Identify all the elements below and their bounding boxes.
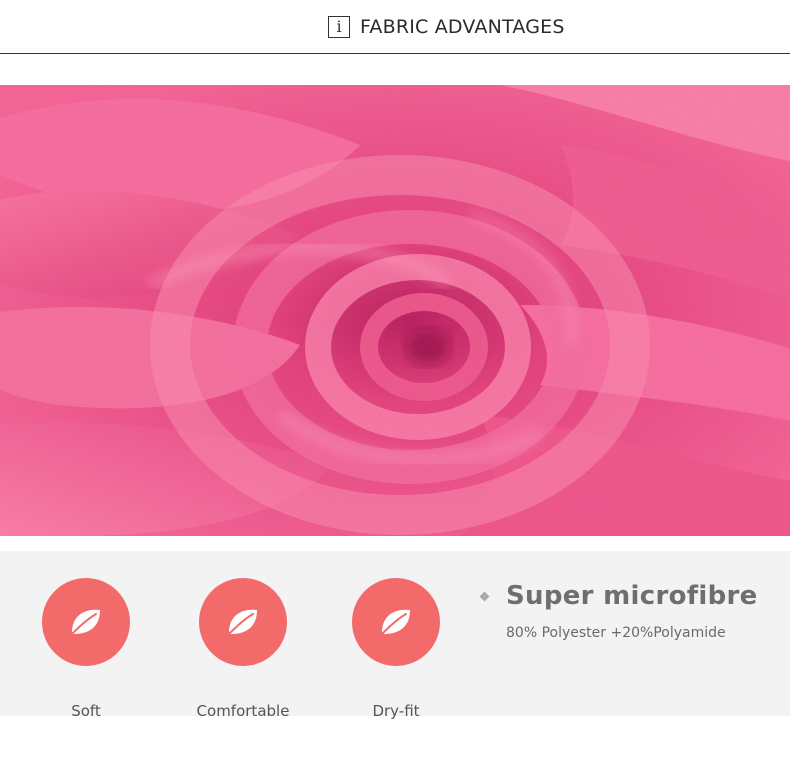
feather-icon <box>69 609 100 637</box>
feature-soft: Soft <box>26 578 146 720</box>
info-icon: i <box>328 16 350 38</box>
section-title: FABRIC ADVANTAGES <box>360 16 565 38</box>
feature-label: Soft <box>71 702 101 720</box>
features-panel: Soft Comfortable Dry-fit Super microfibr… <box>0 551 790 720</box>
feather-icon <box>379 609 410 637</box>
spec-composition: 80% Polyester +20%Polyamide <box>506 625 726 641</box>
spec-title-row: Super microfibre <box>478 581 778 611</box>
feature-label: Dry-fit <box>372 702 420 720</box>
material-spec: Super microfibre 80% Polyester +20%Polya… <box>478 581 778 641</box>
feature-circle <box>199 578 287 666</box>
spec-title: Super microfibre <box>506 581 758 611</box>
section-header: i FABRIC ADVANTAGES <box>0 0 790 54</box>
fabric-swirl-illustration <box>0 85 790 536</box>
diamond-bullet-icon <box>479 591 490 601</box>
feature-circle <box>42 578 130 666</box>
fabric-photo <box>0 85 790 536</box>
feature-dry-fit: Dry-fit <box>336 578 456 720</box>
feature-label: Comfortable <box>196 702 290 720</box>
feather-icon <box>226 609 257 637</box>
header-title-group: i FABRIC ADVANTAGES <box>328 16 565 38</box>
feature-circle <box>352 578 440 666</box>
feature-comfortable: Comfortable <box>183 578 303 720</box>
